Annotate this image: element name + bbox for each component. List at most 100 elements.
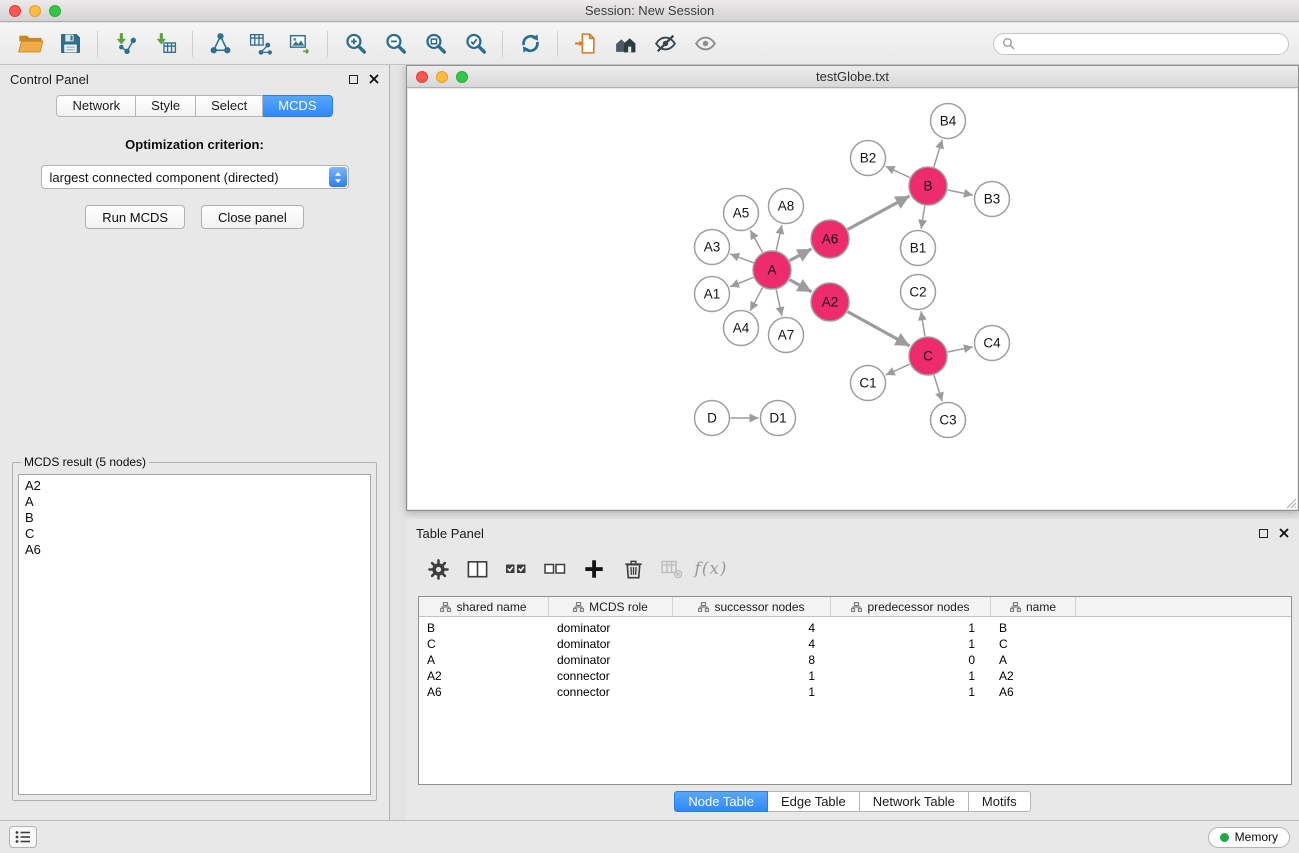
network-from-image-button[interactable] xyxy=(280,27,320,61)
table-cell[interactable]: connector xyxy=(549,685,673,699)
task-history-button[interactable] xyxy=(9,826,37,848)
new-network-from-table-button[interactable] xyxy=(240,27,280,61)
hide-graphics-details-button[interactable] xyxy=(645,27,685,61)
show-graphics-details-button[interactable] xyxy=(685,27,725,61)
show-columns-button[interactable] xyxy=(461,553,493,585)
edge-A-A2[interactable] xyxy=(790,280,812,292)
network-canvas[interactable]: B4B2BB3A5A8A6B1A3AC2A1A2A4A7C4CC1C3DD1 xyxy=(408,89,1297,509)
node-A[interactable]: A xyxy=(753,251,791,289)
edge-A-A8[interactable] xyxy=(776,225,782,250)
delete-table-button[interactable] xyxy=(656,553,688,585)
maximize-window-button[interactable] xyxy=(49,5,61,17)
node-D[interactable]: D xyxy=(695,401,730,436)
mcds-result-item[interactable]: B xyxy=(25,510,364,526)
table-cell[interactable]: A xyxy=(991,653,1076,667)
edge-C-C2[interactable] xyxy=(921,311,925,336)
node-B3[interactable]: B3 xyxy=(975,182,1010,217)
float-panel-icon[interactable] xyxy=(349,75,358,84)
zoom-in-button[interactable] xyxy=(335,27,375,61)
table-cell[interactable]: A2 xyxy=(419,669,549,683)
node-A2[interactable]: A2 xyxy=(811,283,849,321)
node-C[interactable]: C xyxy=(909,337,947,375)
node-C4[interactable]: C4 xyxy=(975,326,1010,361)
table-cell[interactable]: A2 xyxy=(991,669,1076,683)
mcds-result-item[interactable]: A6 xyxy=(25,542,364,558)
select-all-button[interactable] xyxy=(500,553,532,585)
edge-C-C4[interactable] xyxy=(948,347,973,352)
node-D1[interactable]: D1 xyxy=(761,401,796,436)
node-B[interactable]: B xyxy=(909,167,947,205)
table-cell[interactable]: 1 xyxy=(831,637,991,651)
node-A7[interactable]: A7 xyxy=(769,318,804,353)
table-row[interactable]: Bdominator41B xyxy=(419,620,1291,636)
table-cell[interactable]: connector xyxy=(549,669,673,683)
minimize-window-button[interactable] xyxy=(29,5,41,17)
search-input[interactable] xyxy=(1020,37,1280,51)
open-session-button[interactable] xyxy=(10,27,50,61)
node-A1[interactable]: A1 xyxy=(695,277,730,312)
edge-B-B2[interactable] xyxy=(886,166,910,177)
home-button[interactable] xyxy=(605,27,645,61)
node-A4[interactable]: A4 xyxy=(724,311,759,346)
table-cell[interactable]: 8 xyxy=(673,653,831,667)
table-cell[interactable]: 1 xyxy=(831,621,991,635)
close-panel-button[interactable]: Close panel xyxy=(201,205,304,229)
column-header-predecessor-nodes[interactable]: predecessor nodes xyxy=(831,597,991,616)
close-table-panel-icon[interactable] xyxy=(1279,528,1289,538)
table-cell[interactable]: B xyxy=(419,621,549,635)
table-cell[interactable]: C xyxy=(419,637,549,651)
table-cell[interactable]: A xyxy=(419,653,549,667)
control-tab-select[interactable]: Select xyxy=(196,95,263,117)
table-cell[interactable]: 0 xyxy=(831,653,991,667)
save-session-button[interactable] xyxy=(50,27,90,61)
node-B2[interactable]: B2 xyxy=(851,141,886,176)
edge-A-A6[interactable] xyxy=(790,249,812,261)
node-C1[interactable]: C1 xyxy=(851,366,886,401)
zoom-fit-button[interactable] xyxy=(415,27,455,61)
table-tab-motifs[interactable]: Motifs xyxy=(969,791,1031,812)
node-B4[interactable]: B4 xyxy=(931,104,966,139)
close-panel-icon[interactable] xyxy=(369,74,379,84)
column-header-shared-name[interactable]: shared name xyxy=(419,597,549,616)
table-tab-edge-table[interactable]: Edge Table xyxy=(768,791,860,812)
column-header-successor-nodes[interactable]: successor nodes xyxy=(673,597,831,616)
table-row[interactable]: A6connector11A6 xyxy=(419,684,1291,700)
memory-button[interactable]: Memory xyxy=(1208,827,1290,848)
control-tab-style[interactable]: Style xyxy=(136,95,196,117)
deselect-all-button[interactable] xyxy=(539,553,571,585)
search-box[interactable] xyxy=(993,33,1289,55)
function-builder-button[interactable]: f(x) xyxy=(695,553,727,585)
table-cell[interactable]: 1 xyxy=(673,685,831,699)
edge-B-B4[interactable] xyxy=(934,140,942,167)
network-window-titlebar[interactable]: testGlobe.txt xyxy=(407,66,1298,88)
table-cell[interactable]: 1 xyxy=(673,669,831,683)
zoom-out-button[interactable] xyxy=(375,27,415,61)
apply-layout-button[interactable] xyxy=(510,27,550,61)
zoom-selected-button[interactable] xyxy=(455,27,495,61)
table-cell[interactable]: A6 xyxy=(991,685,1076,699)
edge-A2-C[interactable] xyxy=(848,312,910,346)
mcds-result-list[interactable]: A2ABCA6 xyxy=(18,474,371,795)
delete-column-button[interactable] xyxy=(617,553,649,585)
mcds-result-item[interactable]: C xyxy=(25,526,364,542)
table-tab-network-table[interactable]: Network Table xyxy=(860,791,969,812)
control-tab-mcds[interactable]: MCDS xyxy=(263,95,332,117)
edge-B-B3[interactable] xyxy=(948,190,973,195)
optimization-dropdown[interactable]: largest connected component (directed) xyxy=(41,165,349,189)
table-cell[interactable]: 4 xyxy=(673,621,831,635)
node-A6[interactable]: A6 xyxy=(811,220,849,258)
table-settings-button[interactable] xyxy=(422,553,454,585)
close-window-button[interactable] xyxy=(9,5,21,17)
table-cell[interactable]: 4 xyxy=(673,637,831,651)
table-cell[interactable]: 1 xyxy=(831,685,991,699)
edge-A-A5[interactable] xyxy=(750,230,762,252)
control-tab-network[interactable]: Network xyxy=(56,95,136,117)
table-cell[interactable]: dominator xyxy=(549,621,673,635)
node-B1[interactable]: B1 xyxy=(901,231,936,266)
edge-A-A1[interactable] xyxy=(730,277,753,286)
edge-C-C3[interactable] xyxy=(934,375,942,401)
node-A8[interactable]: A8 xyxy=(769,189,804,224)
edge-C-C1[interactable] xyxy=(886,364,910,375)
node-C2[interactable]: C2 xyxy=(901,275,936,310)
table-tab-node-table[interactable]: Node Table xyxy=(674,791,768,812)
